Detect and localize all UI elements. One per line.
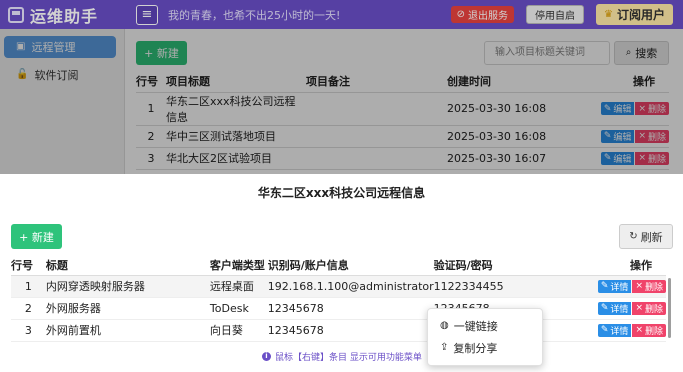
table-row[interactable]: 3 外网前置机 向日葵 12345678 ✎ 详情 × 删除 [11, 319, 666, 342]
share-icon: ⇪ [440, 342, 449, 353]
scrollbar[interactable] [668, 278, 671, 338]
modal-backdrop-top [0, 0, 683, 29]
add-account-button[interactable]: + 新建 [11, 224, 62, 249]
delete-button[interactable]: × 删除 [632, 301, 666, 315]
menu-item-share[interactable]: ⇪ 复制分享 [428, 337, 542, 359]
table-row[interactable]: 2 外网服务器 ToDesk 12345678 12345678 ✎详情×删除 [11, 297, 666, 320]
modal-backdrop[interactable] [125, 29, 683, 174]
close-icon: × [635, 303, 643, 313]
modal-backdrop-left [0, 29, 125, 174]
col-header: 识别码/账户信息 [267, 255, 434, 276]
refresh-icon: ↻ [629, 230, 638, 242]
col-header: 客户端类型 [209, 255, 268, 276]
table-row[interactable]: 1 内网穿透映射服务器 远程桌面 192.168.1.100@administr… [11, 275, 666, 298]
usage-hint: i 鼠标【右键】条目 显示可用功能菜单 [262, 350, 422, 363]
delete-button[interactable]: × 删除 [632, 323, 666, 337]
edit-icon: ✎ [600, 281, 609, 291]
col-header: 验证码/密码 [433, 255, 595, 276]
menu-item-connect[interactable]: ◍ 一键链接 [428, 315, 542, 337]
globe-icon: ◍ [440, 320, 449, 331]
close-icon: × [635, 325, 643, 335]
col-header: 操作 [594, 255, 666, 276]
detail-button[interactable]: ✎ 详情 [597, 301, 632, 315]
edit-icon: ✎ [600, 325, 609, 335]
info-icon: i [262, 352, 271, 361]
context-menu: ◍ 一键链接 ⇪ 复制分享 [427, 308, 543, 366]
remote-info-dialog: 华东二区xxx科技公司远程信息 + 新建 ↻ 刷新 行号 标题 客户端类型 识别… [0, 174, 683, 372]
detail-button[interactable]: ✎ 详情 [597, 323, 632, 337]
detail-button[interactable]: ✎ 详情 [597, 279, 632, 293]
refresh-button[interactable]: ↻ 刷新 [619, 224, 673, 249]
edit-icon: ✎ [600, 303, 609, 313]
close-icon: × [635, 281, 643, 291]
account-table: 行号 标题 客户端类型 识别码/账户信息 验证码/密码 操作 1 内网穿透映射服… [11, 255, 666, 342]
dialog-title: 华东二区xxx科技公司远程信息 [257, 186, 426, 200]
col-header: 标题 [45, 255, 210, 276]
col-header: 行号 [11, 255, 46, 276]
delete-button[interactable]: × 删除 [632, 279, 666, 293]
